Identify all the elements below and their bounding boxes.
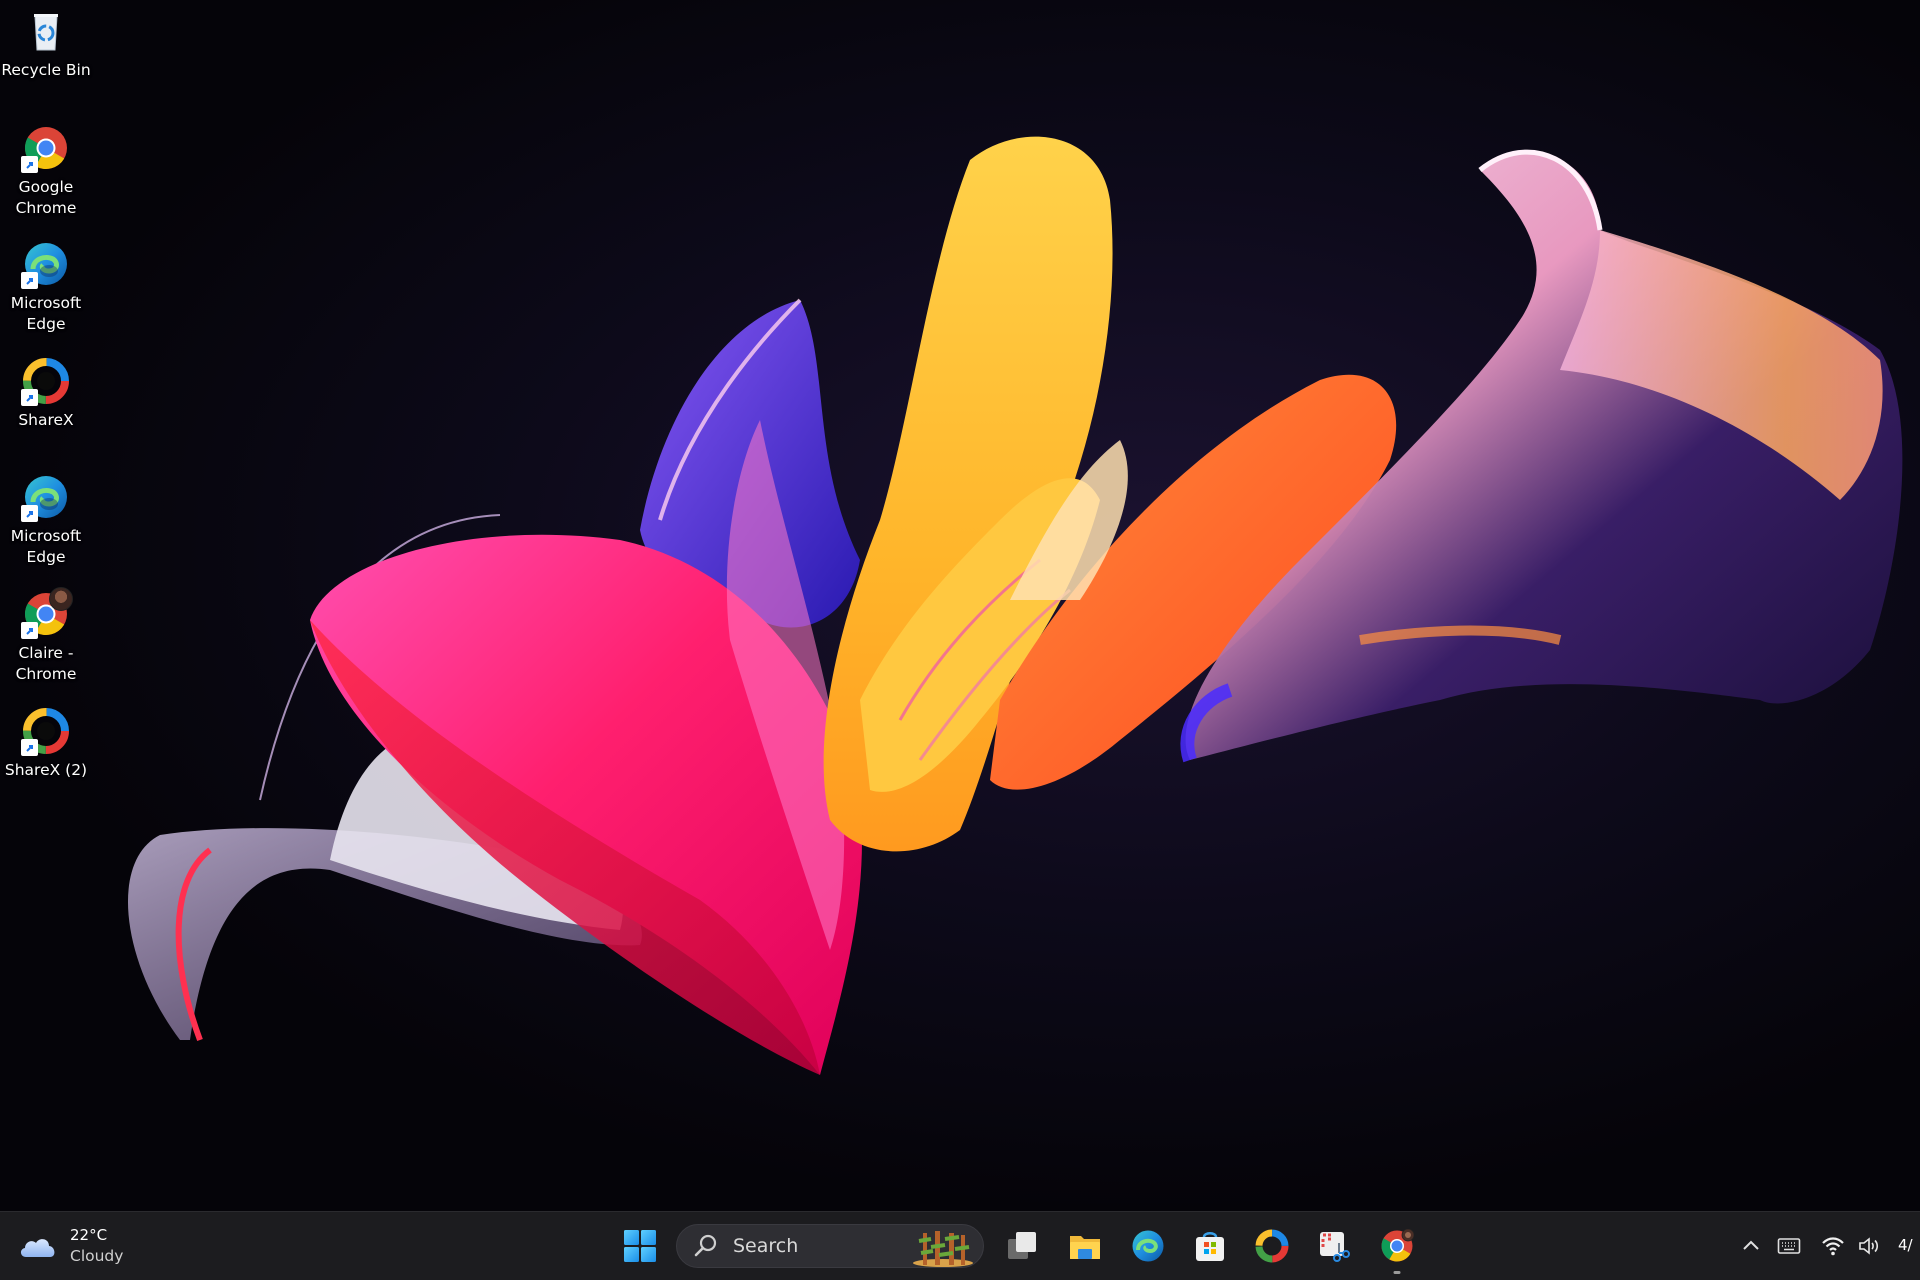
shortcut-arrow-icon [21, 505, 38, 522]
taskbar-microsoft-store[interactable] [1186, 1222, 1234, 1270]
taskbar-sharex[interactable] [1248, 1222, 1296, 1270]
desktop-icon-label: Claire - Chrome [15, 644, 77, 683]
shortcut-arrow-icon [21, 739, 38, 756]
cloud-icon [20, 1239, 55, 1257]
sharex-icon [21, 708, 69, 756]
desktop-icon-claire-chrome[interactable]: Claire - Chrome [0, 587, 92, 685]
sharex-icon [21, 358, 69, 406]
desktop-icon-label: ShareX [18, 411, 74, 429]
snipping-tool-icon [1320, 1232, 1350, 1262]
desktop-icon-microsoft-edge-2[interactable]: Microsoft Edge [0, 474, 92, 568]
shortcut-arrow-icon [21, 622, 38, 639]
tray-network-button[interactable] [1820, 1234, 1846, 1258]
desktop-icon-label: ShareX (2) [4, 761, 88, 779]
volume-icon [1859, 1237, 1879, 1255]
chrome-profile-icon [1381, 1229, 1414, 1262]
desktop-icon-label: Microsoft Edge [10, 294, 82, 333]
store-icon [1196, 1232, 1224, 1261]
clock-date[interactable]: 4/ [1898, 1236, 1913, 1254]
shortcut-arrow-icon [21, 272, 38, 289]
search-box[interactable]: Search [676, 1224, 984, 1268]
tray-volume-button[interactable] [1856, 1234, 1882, 1258]
desktop-icon-label: Recycle Bin [1, 61, 91, 79]
edge-icon [21, 474, 69, 522]
weather-temperature: 22°C [70, 1226, 108, 1244]
task-view-icon [1008, 1232, 1036, 1259]
keyboard-icon [1777, 1238, 1801, 1254]
running-indicator [1393, 1271, 1401, 1274]
desktop-icon-google-chrome[interactable]: Google Chrome [0, 125, 92, 219]
taskbar-file-explorer[interactable] [1061, 1222, 1109, 1270]
taskbar: 22°C Cloudy Search 4/ [0, 1211, 1920, 1280]
weather-widget[interactable]: 22°C Cloudy [18, 1224, 123, 1268]
recycle-bin-icon [23, 8, 69, 54]
desktop-icon-recycle-bin[interactable]: Recycle Bin [0, 8, 92, 81]
start-button[interactable] [616, 1222, 664, 1270]
chrome-profile-icon [21, 587, 73, 639]
edge-icon [1132, 1230, 1164, 1262]
tray-keyboard-button[interactable] [1776, 1234, 1802, 1258]
wifi-icon [1822, 1237, 1844, 1256]
taskbar-microsoft-edge[interactable] [1124, 1222, 1172, 1270]
file-explorer-icon [1070, 1236, 1100, 1259]
taskbar-snipping-tool[interactable] [1310, 1222, 1358, 1270]
tray-overflow-button[interactable] [1738, 1234, 1764, 1258]
edge-icon [21, 241, 69, 289]
profile-avatar [49, 587, 73, 611]
desktop-icon-label: Google Chrome [15, 178, 77, 217]
wallpaper-art [127, 136, 1903, 1075]
search-icon [694, 1234, 717, 1257]
search-highlight-trees-icon [913, 1231, 973, 1267]
search-placeholder: Search [733, 1235, 799, 1257]
shortcut-arrow-icon [21, 389, 38, 406]
shortcut-arrow-icon [21, 156, 38, 173]
desktop-icon-microsoft-edge[interactable]: Microsoft Edge [0, 241, 92, 335]
chrome-icon [21, 125, 69, 173]
taskbar-chrome-claire[interactable] [1373, 1222, 1421, 1274]
taskbar-task-view[interactable] [998, 1222, 1046, 1270]
desktop-icon-sharex[interactable]: ShareX [0, 358, 92, 431]
chevron-up-icon [1743, 1240, 1759, 1250]
desktop-wallpaper[interactable] [0, 0, 1920, 1211]
windows-start-icon [624, 1230, 656, 1262]
desktop-icon-label: Microsoft Edge [10, 527, 82, 566]
weather-condition: Cloudy [70, 1247, 124, 1265]
sharex-icon [1255, 1229, 1289, 1263]
desktop-icon-sharex-2[interactable]: ShareX (2) [0, 708, 92, 781]
